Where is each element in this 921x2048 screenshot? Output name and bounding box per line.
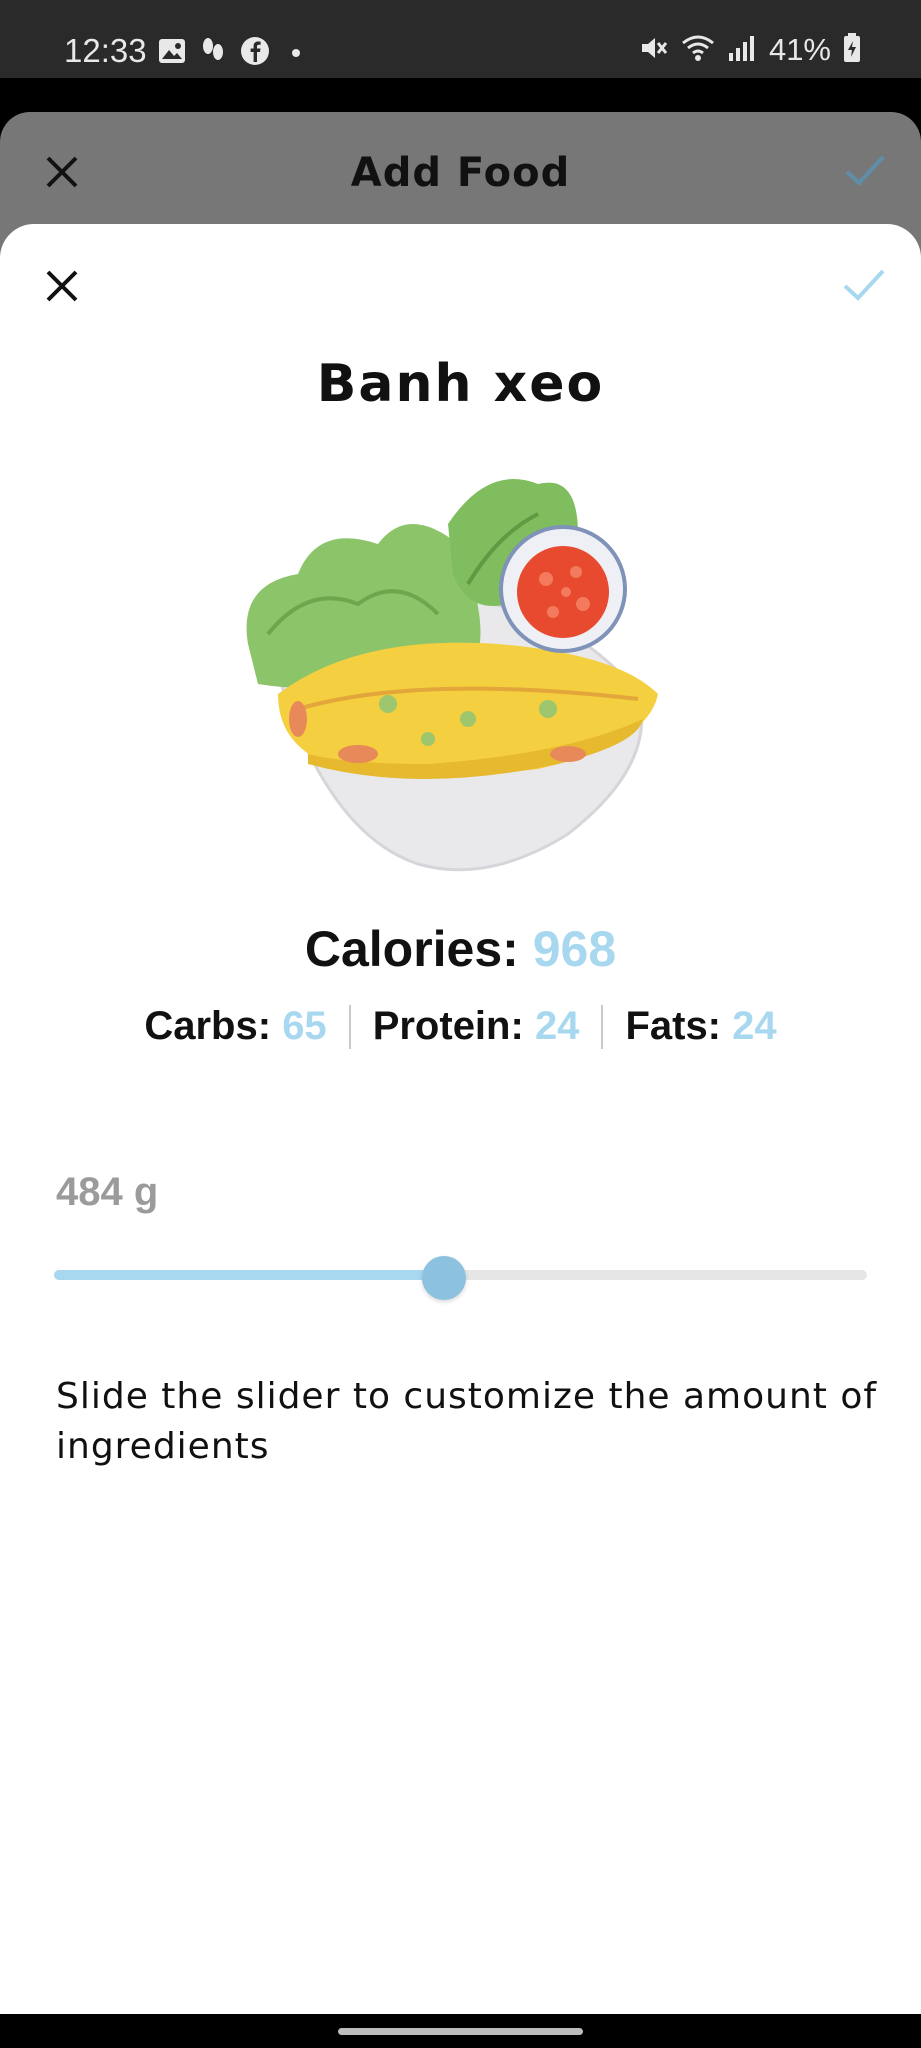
gallery-icon <box>158 38 186 68</box>
slider-hint: Slide the slider to customize the amount… <box>56 1376 878 1467</box>
food-illustration <box>238 464 678 884</box>
carbs-value: 65 <box>282 1004 327 1048</box>
status-bar: 12:33 41% <box>0 0 921 78</box>
mute-icon <box>639 33 669 67</box>
macro-divider <box>348 1004 351 1049</box>
dot-icon <box>292 49 300 57</box>
status-time: 12:33 <box>64 32 147 69</box>
check-icon[interactable] <box>841 264 887 304</box>
protein-value: 24 <box>534 1004 580 1048</box>
slider-fill <box>54 1270 445 1280</box>
background-title: Add Food <box>350 150 571 196</box>
carbs-label: Carbs: <box>144 1004 272 1048</box>
battery-icon <box>843 33 861 67</box>
background-check-icon[interactable] <box>843 150 887 194</box>
protein-label: Protein: <box>372 1004 524 1048</box>
facebook-icon <box>240 36 270 70</box>
fats-label: Fats: <box>625 1004 722 1048</box>
wifi-icon <box>681 33 715 67</box>
status-system-icons: 41% <box>639 32 861 68</box>
battery-percent: 41% <box>768 32 831 67</box>
status-notification-icons <box>158 36 300 70</box>
food-detail-sheet: Banh xeo Calories: 968 Carbs: 65 Protein… <box>0 224 921 2014</box>
signal-icon <box>727 33 757 67</box>
macro-divider <box>601 1004 604 1049</box>
macros-row: Carbs: 65 Protein: 24 Fats: 24 <box>0 1004 921 1049</box>
slider-thumb[interactable] <box>422 1256 467 1300</box>
portion-slider[interactable] <box>54 1256 867 1300</box>
calories-label: Calories: <box>304 921 519 977</box>
close-icon[interactable] <box>42 266 82 306</box>
calories-value: 968 <box>532 921 617 977</box>
fats-value: 24 <box>732 1004 777 1048</box>
food-title: Banh xeo <box>316 354 605 414</box>
home-gesture-pill[interactable] <box>338 2028 583 2035</box>
footsteps-icon <box>200 36 226 70</box>
weight-label: 484 g <box>56 1170 159 1214</box>
navigation-bar <box>0 2014 921 2048</box>
calories-summary: Calories: 968 <box>0 920 921 978</box>
